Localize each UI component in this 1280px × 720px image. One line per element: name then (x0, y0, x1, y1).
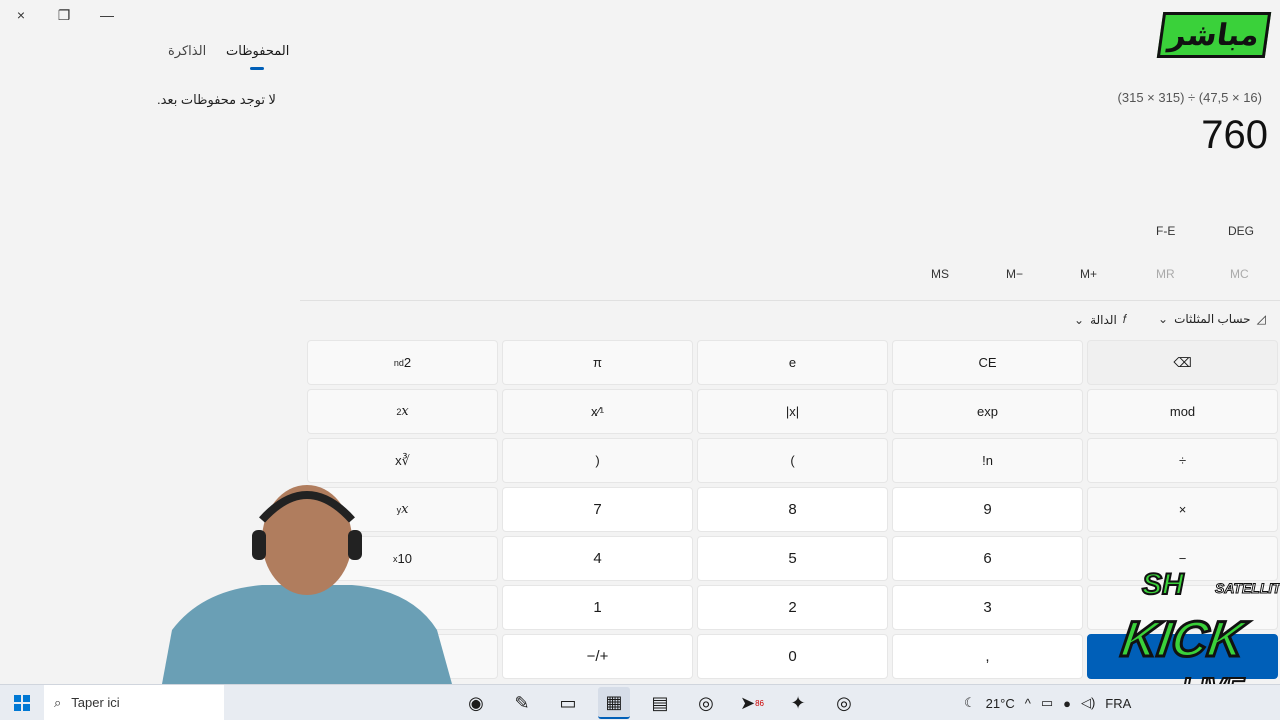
recorder-icon: ◉ (468, 692, 484, 713)
tab-history[interactable]: المحفوظات (226, 43, 289, 59)
trigonometry-label: حساب المثلثات (1174, 312, 1251, 326)
memory-add-button[interactable]: M+ (1080, 267, 1097, 281)
system-tray: ☾ 21°C ^ ▭ ● ◁) FRA (964, 685, 1131, 720)
function-label: الدالة (1090, 312, 1117, 327)
digit-8-button[interactable]: 8 (697, 487, 888, 532)
history-empty-message: لا توجد محفوظات بعد. (157, 92, 276, 107)
taskbar-app-calculator[interactable]: ▦ (598, 687, 630, 719)
triangle-icon: ◿ (1256, 312, 1266, 326)
expression-display: (315 × 315) ÷ (47,5 × 16) (1117, 90, 1262, 105)
memory-clear-button[interactable]: MC (1230, 267, 1249, 281)
memory-recall-button[interactable]: MR (1156, 267, 1175, 281)
angle-mode-button[interactable]: DEG (1228, 224, 1254, 238)
chevron-down-icon: ⌄ (1158, 312, 1169, 326)
clear-entry-button[interactable]: CE (892, 340, 1083, 385)
digit-9-button[interactable]: 9 (892, 487, 1083, 532)
absolute-button[interactable]: |x| (697, 389, 888, 434)
decimal-button[interactable]: , (892, 634, 1083, 679)
chevron-down-icon: ⌄ (1074, 312, 1085, 327)
negate-button[interactable]: +/− (502, 634, 693, 679)
taskbar-app-chrome[interactable]: ◎ (690, 687, 722, 719)
result-display: 760 (1201, 113, 1268, 157)
left-paren-button[interactable]: ( (502, 438, 693, 483)
paint-icon: ✎ (514, 692, 530, 713)
taskbar-app-paint[interactable]: ✎ (506, 687, 538, 719)
telegram-icon: ➤ (740, 692, 756, 713)
taskbar-app-recorder[interactable]: ◉ (460, 687, 492, 719)
digit-7-button[interactable]: 7 (502, 487, 693, 532)
office-icon: ▤ (651, 692, 669, 713)
multiply-button[interactable]: × (1087, 487, 1278, 532)
digit-6-button[interactable]: 6 (892, 536, 1083, 581)
memory-store-button[interactable]: MS (931, 267, 949, 281)
digit-4-button[interactable]: 4 (502, 536, 693, 581)
divide-button[interactable]: ÷ (1087, 438, 1278, 483)
function-icon: 𝑓 (1122, 312, 1127, 326)
search-icon: ⌕ (54, 694, 62, 710)
taskbar-app-telegram[interactable]: ➤ 86 (736, 687, 768, 719)
exp-button[interactable]: exp (892, 389, 1083, 434)
taskbar-app-office[interactable]: ▤ (644, 687, 676, 719)
right-paren-button[interactable]: ) (697, 438, 888, 483)
digit-1-button[interactable]: 1 (502, 585, 693, 630)
taskbar-apps: ◉ ✎ ▭ ▦ ▤ ◎ ➤ 86 ✦ ◎ (460, 685, 860, 720)
microphone-icon[interactable]: ● (1063, 696, 1071, 711)
digit-5-button[interactable]: 5 (697, 536, 888, 581)
windows-icon (14, 694, 30, 711)
function-dropdown[interactable]: ⌄ الدالة 𝑓 (1074, 312, 1127, 327)
webcam-person-overlay (162, 485, 452, 684)
weather-temp[interactable]: 21°C (986, 696, 1015, 711)
mod-button[interactable]: mod (1087, 389, 1278, 434)
volume-icon[interactable]: ◁) (1081, 695, 1095, 711)
search-placeholder: Taper ici (71, 695, 120, 710)
chrome-icon: ◎ (698, 692, 714, 713)
memory-subtract-button[interactable]: M− (1006, 267, 1023, 281)
channel-logo: مباشر (1156, 12, 1272, 58)
digit-2-button[interactable]: 2 (697, 585, 888, 630)
second-function-button[interactable]: 2nd (307, 340, 498, 385)
satellite-icon: ✦ (790, 692, 806, 713)
language-indicator[interactable]: FRA (1105, 696, 1131, 711)
factorial-button[interactable]: n! (892, 438, 1083, 483)
taskbar: ⌕ Taper ici ◉ ✎ ▭ ▦ ▤ ◎ ➤ 86 ✦ ◎ ☾ 21°C ^… (0, 684, 1280, 720)
taskbar-app-satellite[interactable]: ✦ (782, 687, 814, 719)
start-button[interactable] (0, 685, 44, 720)
moon-icon: ☾ (964, 695, 976, 710)
notification-badge: 86 (755, 698, 764, 708)
network-icon[interactable]: ▭ (1041, 695, 1053, 711)
active-tab-indicator (250, 67, 264, 70)
digit-3-button[interactable]: 3 (892, 585, 1083, 630)
square-button[interactable]: x2 (307, 389, 498, 434)
digit-0-button[interactable]: 0 (697, 634, 888, 679)
chevron-up-icon[interactable]: ^ (1025, 696, 1031, 711)
e-button[interactable]: e (697, 340, 888, 385)
cube-root-button[interactable]: ∛x (307, 438, 498, 483)
chrome-icon: ◎ (836, 692, 852, 713)
backspace-icon: ⌫ (1173, 354, 1192, 370)
fe-button[interactable]: F-E (1156, 224, 1175, 238)
taskbar-search[interactable]: ⌕ Taper ici (44, 684, 224, 720)
folder-icon: ▭ (559, 692, 577, 713)
pi-button[interactable]: π (502, 340, 693, 385)
reciprocal-button[interactable]: ¹⁄x (502, 389, 693, 434)
divider (300, 300, 1280, 301)
backspace-button[interactable]: ⌫ (1087, 340, 1278, 385)
trigonometry-dropdown[interactable]: ⌄ حساب المثلثات ◿ (1158, 312, 1266, 326)
taskbar-app-chrome-2[interactable]: ◎ (828, 687, 860, 719)
taskbar-app-explorer[interactable]: ▭ (552, 687, 584, 719)
tab-memory[interactable]: الذاكرة (168, 43, 206, 59)
calculator-icon: ▦ (605, 691, 623, 712)
